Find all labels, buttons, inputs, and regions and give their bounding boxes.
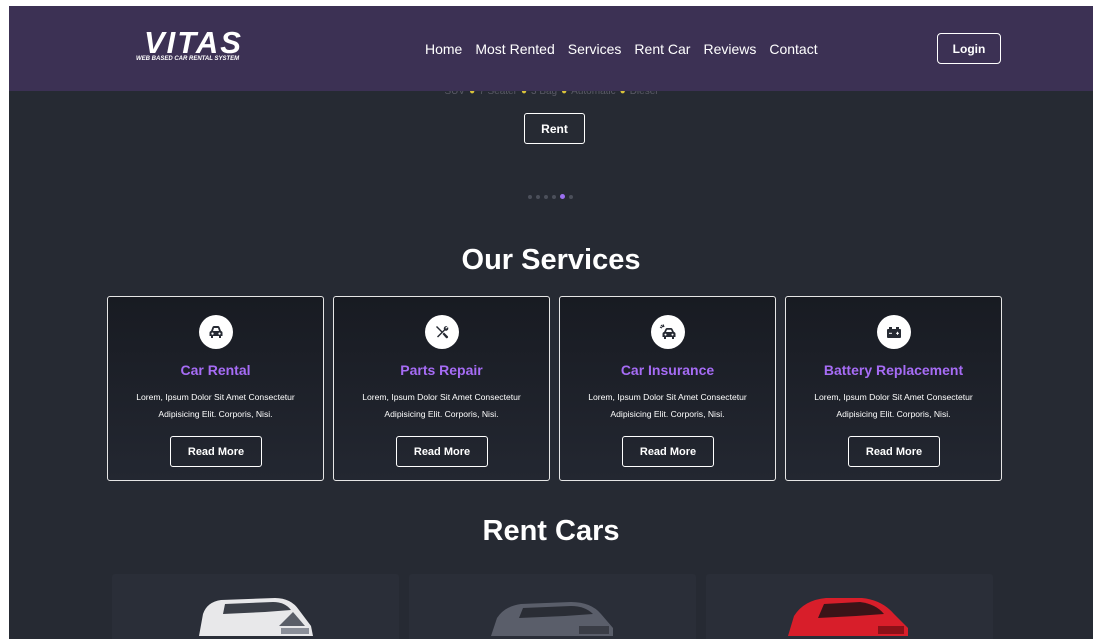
car-card-van[interactable] [112, 574, 399, 639]
main-nav: Home Most Rented Services Rent Car Revie… [425, 40, 818, 58]
nav-home[interactable]: Home [425, 40, 462, 58]
car-icon [199, 315, 233, 349]
site-header: VITAS WEB BASED CAR RENTAL SYSTEM Home M… [9, 6, 1093, 91]
login-button[interactable]: Login [937, 33, 1001, 64]
page-viewport: VITAS WEB BASED CAR RENTAL SYSTEM Home M… [9, 6, 1093, 639]
nav-contact[interactable]: Contact [769, 40, 817, 58]
service-card-text: Lorem, Ipsum Dolor Sit Amet Consectetur … [588, 392, 747, 419]
read-more-button[interactable]: Read More [848, 436, 940, 467]
service-card-car-insurance: Car Insurance Lorem, Ipsum Dolor Sit Ame… [559, 296, 776, 481]
service-card-text: Lorem, Ipsum Dolor Sit Amet Consectetur … [362, 392, 521, 419]
rent-button[interactable]: Rent [524, 113, 585, 144]
service-card-title: Battery Replacement [823, 362, 964, 378]
car-card-hatchback[interactable] [706, 574, 993, 639]
read-more-button[interactable]: Read More [622, 436, 714, 467]
battery-icon [877, 315, 911, 349]
service-card-title: Car Insurance [620, 362, 715, 378]
nav-services[interactable]: Services [568, 40, 622, 58]
service-card-parts-repair: Parts Repair Lorem, Ipsum Dolor Sit Amet… [333, 296, 550, 481]
white-van-image [199, 598, 313, 636]
services-title: Our Services [461, 244, 641, 276]
service-card-title: Parts Repair [400, 362, 483, 378]
carousel-dot-active[interactable] [560, 194, 565, 199]
logo-wordmark: VITAS [144, 25, 243, 60]
red-hatchback-image [788, 598, 908, 636]
service-card-text: Lorem, Ipsum Dolor Sit Amet Consectetur … [814, 392, 973, 419]
read-more-button[interactable]: Read More [396, 436, 488, 467]
carousel-dot[interactable] [528, 194, 532, 199]
nav-reviews[interactable]: Reviews [703, 40, 756, 58]
service-card-battery-replacement: Battery Replacement Lorem, Ipsum Dolor S… [785, 296, 1002, 481]
grey-mpv-image [491, 602, 613, 636]
carousel-dot[interactable] [544, 194, 548, 199]
tools-icon [425, 315, 459, 349]
service-card-text: Lorem, Ipsum Dolor Sit Amet Consectetur … [136, 392, 295, 419]
carousel-dot[interactable] [552, 194, 556, 199]
read-more-button[interactable]: Read More [170, 436, 262, 467]
logo-tagline: WEB BASED CAR RENTAL SYSTEM [136, 56, 240, 62]
carousel-dot[interactable] [536, 194, 540, 199]
service-card-title: Car Rental [180, 362, 251, 378]
nav-rent-car[interactable]: Rent Car [634, 40, 690, 58]
logo[interactable]: VITAS WEB BASED CAR RENTAL SYSTEM [136, 26, 266, 66]
service-card-car-rental: Car Rental Lorem, Ipsum Dolor Sit Amet C… [107, 296, 324, 481]
carousel-dots [528, 194, 577, 199]
carousel-dot[interactable] [569, 194, 573, 199]
rent-cars-title: Rent Cars [482, 515, 620, 547]
car-crash-icon [651, 315, 685, 349]
nav-most-rented[interactable]: Most Rented [475, 40, 554, 58]
car-card-mpv[interactable] [409, 574, 696, 639]
